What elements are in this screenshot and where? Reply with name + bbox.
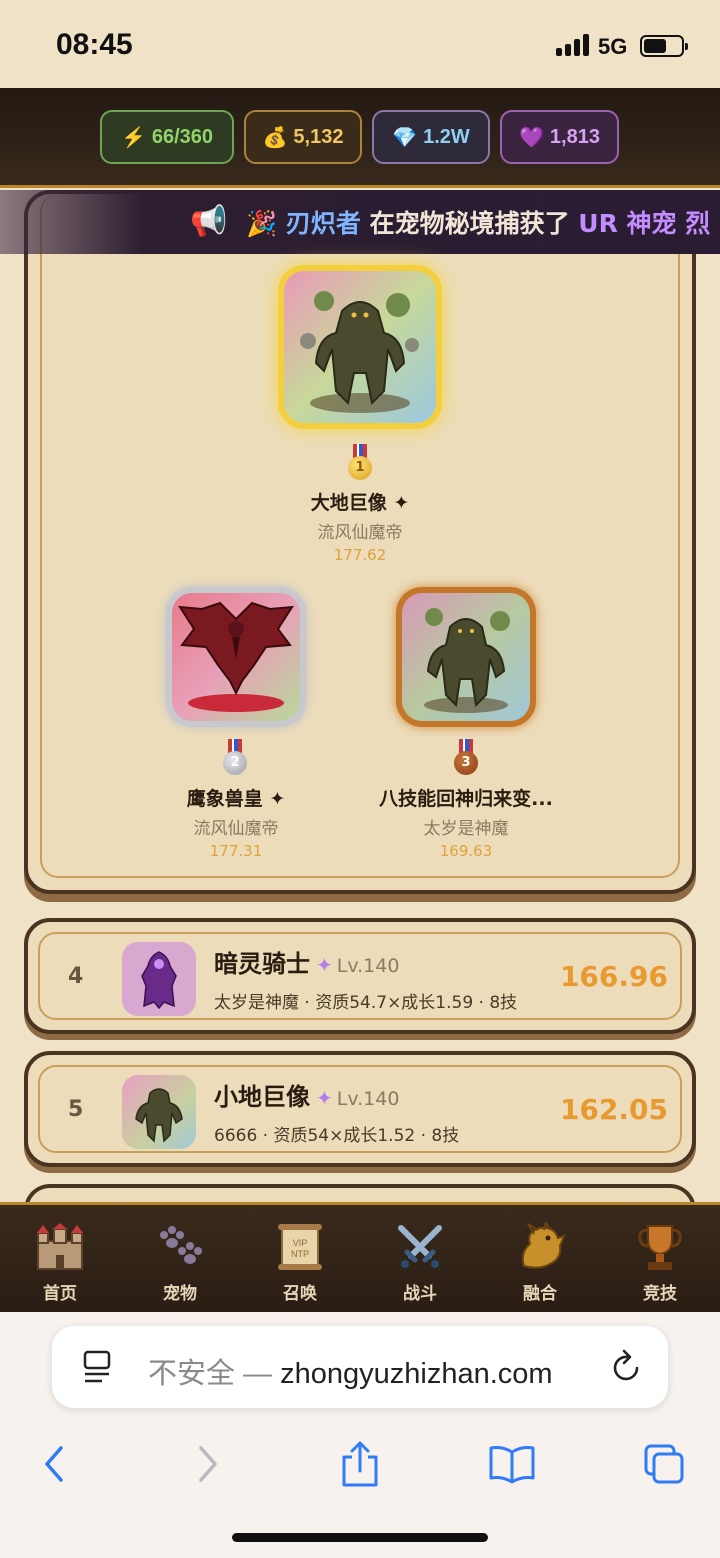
party-popper-icon: 🎉 bbox=[246, 209, 278, 238]
tabs-icon bbox=[644, 1444, 684, 1484]
pet-name: 暗灵骑士 ✦ Lv.140 bbox=[214, 950, 400, 978]
announcement-action: 在宠物秘境捕获了 bbox=[360, 209, 579, 238]
silver-medal-icon: 2 bbox=[221, 739, 249, 779]
sparkle-icon: ✦ bbox=[316, 953, 333, 977]
dark-knight-art bbox=[122, 942, 196, 1016]
dragon-icon bbox=[480, 1221, 600, 1273]
sparkle-icon: ✦ bbox=[316, 1086, 333, 1110]
gold-medal-icon: 1 bbox=[346, 444, 374, 484]
announcement-text: 🎉 刃炽者 在宠物秘境捕获了 UR 神宠 烈 bbox=[246, 204, 710, 240]
status-time: 08:45 bbox=[56, 28, 133, 61]
paw-icon bbox=[120, 1221, 240, 1273]
ranking-row[interactable]: 5 小地巨像 ✦ Lv.140 6666 · 资质54×成长1.52 · 8技 16… bbox=[24, 1051, 696, 1167]
svg-text:VIP: VIP bbox=[293, 1238, 308, 1248]
url-text: 不安全 — zhongyuzhizhan.com bbox=[148, 1350, 553, 1392]
nav-battle-label: 战斗 bbox=[403, 1284, 437, 1304]
book-icon bbox=[489, 1446, 535, 1484]
eagle-beast-art bbox=[172, 593, 300, 721]
crossed-swords-icon bbox=[360, 1221, 480, 1273]
chevron-left-icon bbox=[45, 1446, 63, 1482]
rank-2-pet-portrait[interactable] bbox=[166, 587, 306, 727]
nav-home-label: 首页 bbox=[43, 1284, 77, 1304]
battery-icon bbox=[640, 35, 688, 57]
rank-1-score: 177.62 bbox=[333, 546, 387, 564]
energy-pill[interactable]: ⚡ 66/360 bbox=[100, 110, 234, 164]
lightning-icon: ⚡ bbox=[120, 126, 146, 149]
rank-3-pet-portrait[interactable] bbox=[396, 587, 536, 727]
rank-1-pet-portrait[interactable] bbox=[278, 265, 442, 429]
nav-arena-label: 竞技 bbox=[643, 1284, 677, 1304]
resource-bar: ⚡ 66/360 💰 5,132 💎 1.2W 💜 1,813 bbox=[0, 88, 720, 188]
network-type: 5G bbox=[598, 34, 628, 59]
forward-button[interactable] bbox=[178, 1434, 238, 1494]
browser-chrome: 不安全 — zhongyuzhizhan.com bbox=[0, 1312, 720, 1558]
announcement-rarity: UR 神宠 烈 bbox=[578, 209, 711, 238]
rank-3-score: 169.63 bbox=[439, 842, 493, 860]
nav-pets[interactable]: 宠物 bbox=[120, 1221, 240, 1304]
rank-2-name: 鹰象兽皇 ✦ bbox=[186, 788, 286, 810]
tabs-button[interactable] bbox=[634, 1434, 694, 1494]
rank-number: 4 bbox=[68, 964, 84, 989]
purple-heart-icon: 💜 bbox=[519, 126, 544, 149]
bronze-medal-icon: 3 bbox=[452, 739, 480, 779]
pet-score: 166.96 bbox=[559, 960, 668, 993]
security-warning: 不安全 — bbox=[148, 1358, 281, 1390]
diamond-icon: 💎 bbox=[392, 126, 418, 149]
nav-summon-label: 召唤 bbox=[283, 1284, 317, 1304]
pet-level: Lv.140 bbox=[336, 1088, 400, 1110]
home-indicator bbox=[232, 1533, 488, 1542]
nav-fusion[interactable]: 融合 bbox=[480, 1221, 600, 1304]
earth-golem-art bbox=[284, 271, 436, 423]
earth-golem-art bbox=[402, 593, 530, 721]
svg-text:NTP: NTP bbox=[291, 1249, 309, 1259]
pet-meta: 6666 · 资质54×成长1.52 · 8技 bbox=[214, 1126, 460, 1146]
pet-meta: 太岁是神魔 · 资质54.7×成长1.59 · 8技 bbox=[214, 993, 518, 1013]
status-bar: 08:45 5G bbox=[0, 0, 720, 88]
money-bag-icon: 💰 bbox=[262, 126, 288, 149]
nav-battle[interactable]: 战斗 bbox=[360, 1221, 480, 1304]
nav-pets-label: 宠物 bbox=[163, 1284, 197, 1304]
pet-name: 小地巨像 ✦ Lv.140 bbox=[214, 1083, 400, 1111]
megaphone-icon: 📢 bbox=[190, 204, 228, 239]
nav-summon[interactable]: VIP NTP 召唤 bbox=[240, 1221, 360, 1304]
ranking-row[interactable]: 4 暗灵骑士 ✦ Lv.140 太岁是神魔 · 资质54.7×成长1.59 · 8技… bbox=[24, 918, 696, 1034]
page-menu-icon[interactable] bbox=[82, 1350, 112, 1384]
nav-home[interactable]: 首页 bbox=[0, 1221, 120, 1304]
bottom-nav: 首页 宠物 VIP NTP 召唤 战斗 融合 竞技 bbox=[0, 1202, 720, 1312]
announcement-player: 刃炽者 bbox=[285, 209, 361, 238]
gem-pill[interactable]: 💎 1.2W bbox=[372, 110, 490, 164]
coin-pill[interactable]: 💰 5,132 bbox=[244, 110, 362, 164]
rank-2-owner: 流风仙魔帝 bbox=[193, 819, 279, 839]
rank-number: 5 bbox=[68, 1097, 84, 1122]
pet-score: 162.05 bbox=[559, 1093, 668, 1126]
pet-level: Lv.140 bbox=[336, 955, 400, 977]
announcement-marquee[interactable]: 📢 🎉 刃炽者 在宠物秘境捕获了 UR 神宠 烈 bbox=[0, 190, 720, 254]
rank-3-owner: 太岁是神魔 bbox=[423, 819, 509, 839]
heart-pill[interactable]: 💜 1,813 bbox=[500, 110, 619, 164]
rank-2-score: 177.31 bbox=[209, 842, 263, 860]
signal-strength-icon bbox=[556, 34, 592, 56]
energy-value: 66/360 bbox=[151, 125, 214, 148]
heart-value: 1,813 bbox=[549, 125, 600, 148]
bookmarks-button[interactable] bbox=[482, 1434, 542, 1494]
rank-3-name: 八技能回神归来变... bbox=[379, 788, 553, 810]
share-button[interactable] bbox=[330, 1434, 390, 1494]
reload-icon[interactable] bbox=[610, 1348, 644, 1386]
address-bar[interactable]: 不安全 — zhongyuzhizhan.com bbox=[52, 1326, 668, 1408]
rank-1-name: 大地巨像 ✦ bbox=[310, 492, 410, 514]
back-button[interactable] bbox=[24, 1434, 84, 1494]
coin-value: 5,132 bbox=[293, 125, 344, 148]
nav-arena[interactable]: 竞技 bbox=[600, 1221, 720, 1304]
chevron-right-icon bbox=[199, 1446, 217, 1482]
share-icon bbox=[342, 1441, 378, 1487]
castle-icon bbox=[0, 1221, 120, 1273]
nav-fusion-label: 融合 bbox=[523, 1284, 557, 1304]
gem-value: 1.2W bbox=[423, 125, 470, 148]
scroll-icon: VIP NTP bbox=[240, 1221, 360, 1273]
rank-1-owner: 流风仙魔帝 bbox=[317, 523, 403, 543]
small-earth-golem-art bbox=[122, 1075, 196, 1149]
url-domain: zhongyuzhizhan.com bbox=[280, 1358, 553, 1390]
trophy-icon bbox=[600, 1221, 720, 1273]
